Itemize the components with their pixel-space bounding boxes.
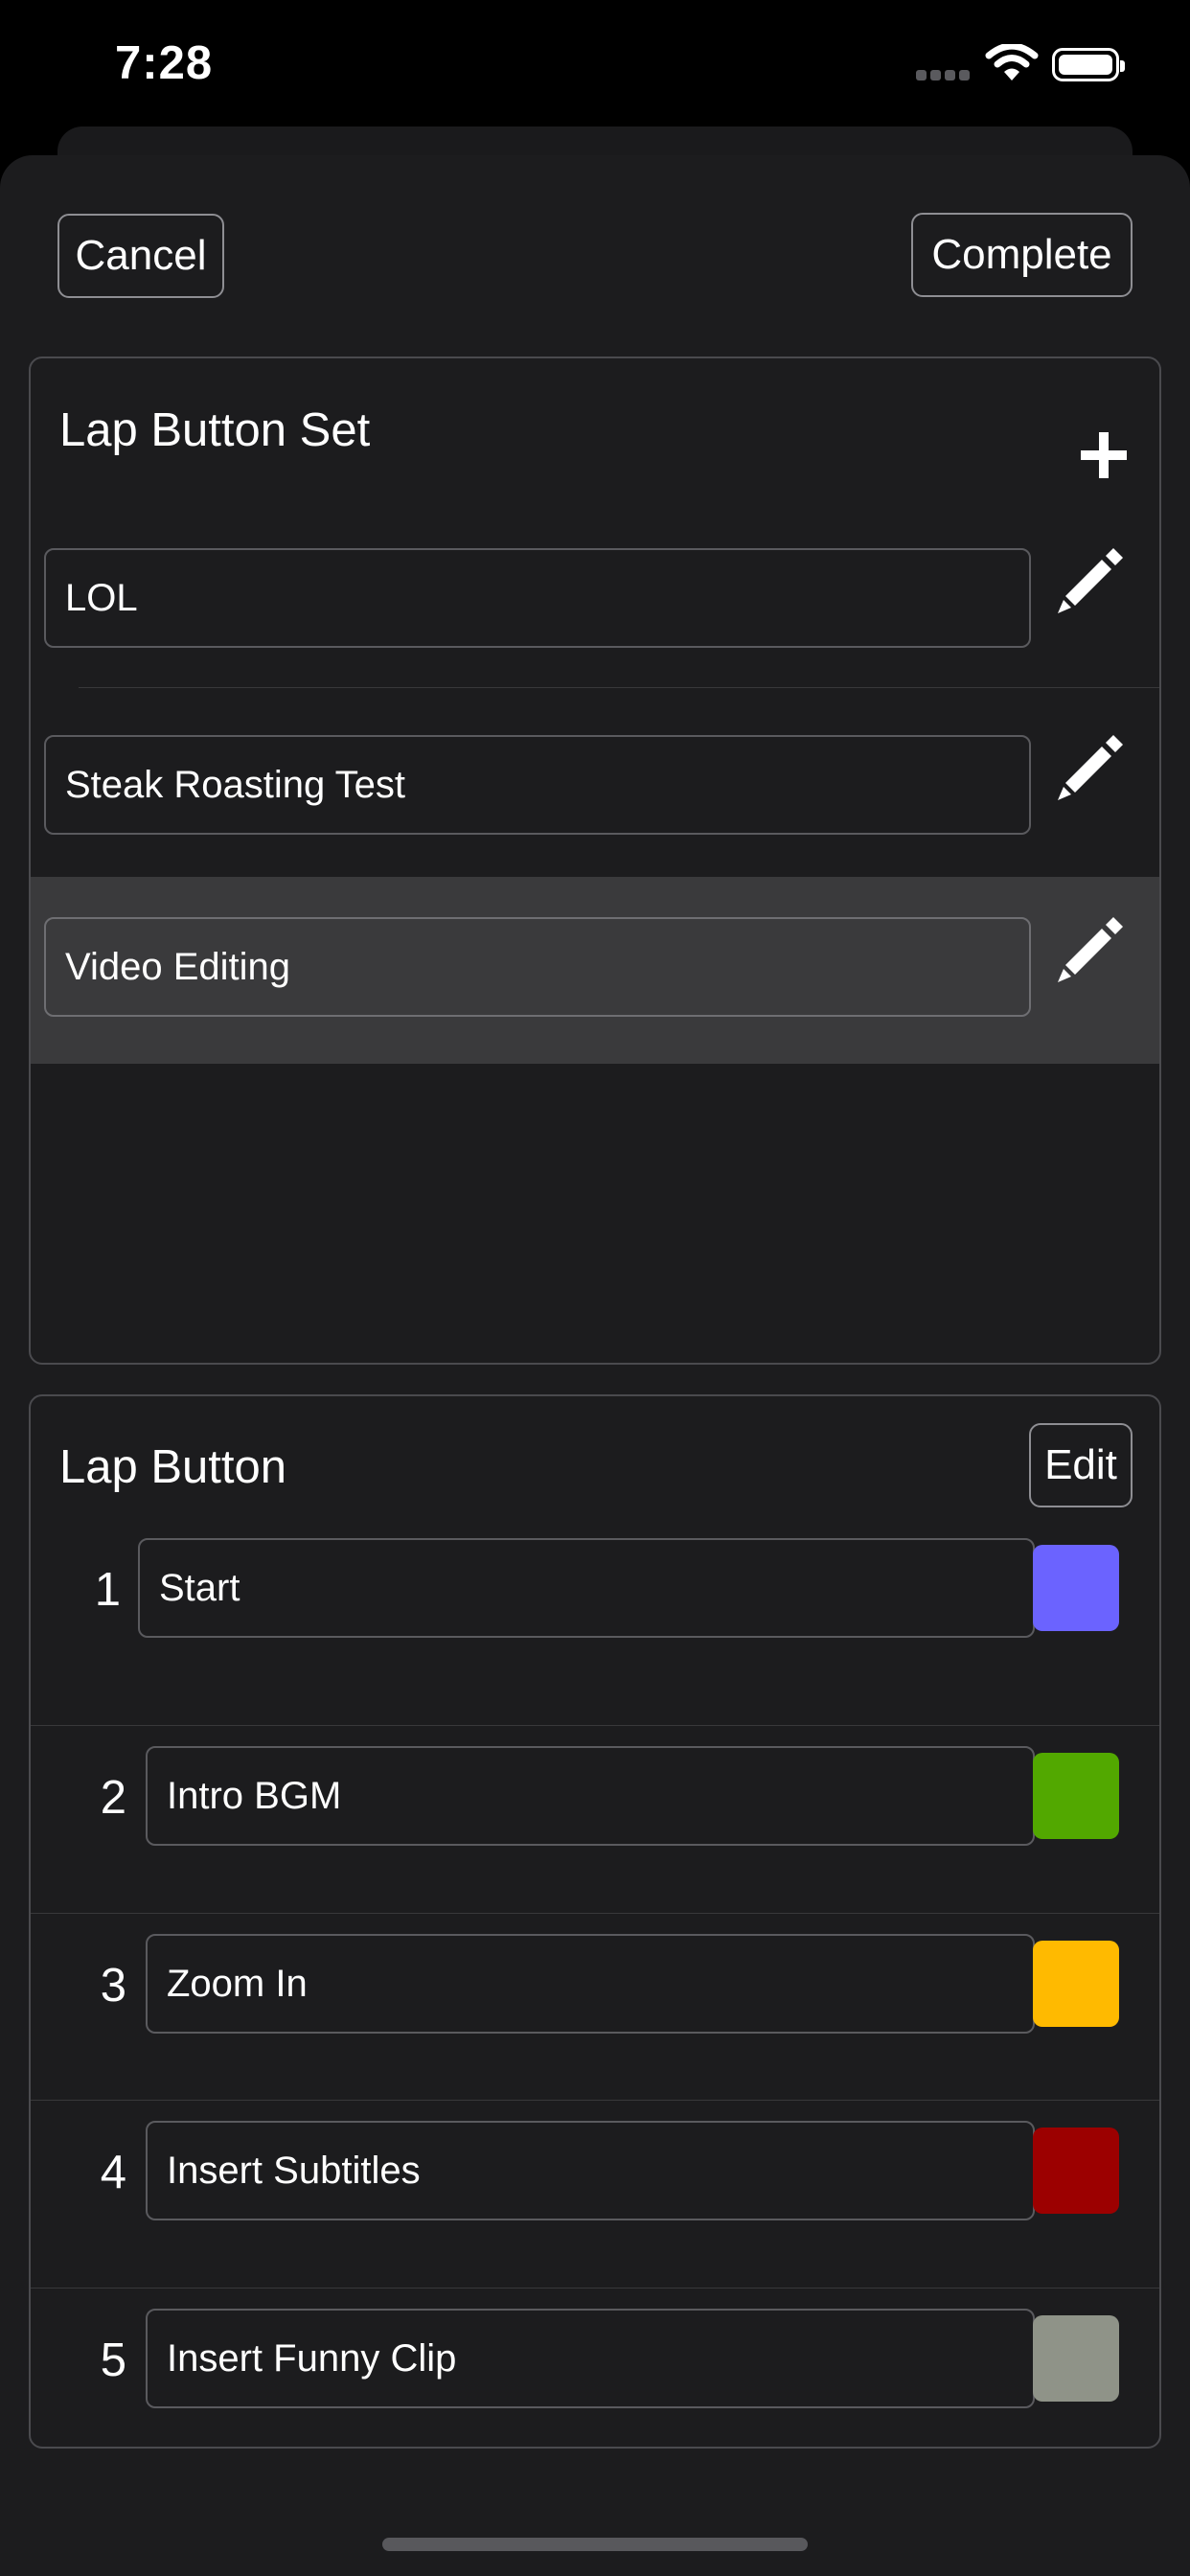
status-time: 7:28 <box>115 37 214 89</box>
lap-button-row[interactable]: 3 Zoom In <box>31 1913 1159 2101</box>
set-row-video-editing[interactable]: Video Editing <box>31 877 1159 1064</box>
set-name-field[interactable]: Steak Roasting Test <box>44 735 1031 835</box>
cellular-signal-icon <box>916 70 972 81</box>
lap-button-index: 5 <box>100 2334 126 2386</box>
cancel-button[interactable]: Cancel <box>57 214 224 298</box>
lap-button-row[interactable]: 5 Insert Funny Clip <box>31 2288 1159 2447</box>
set-row-divider <box>79 687 1159 688</box>
lap-button-color-swatch[interactable] <box>1033 1545 1119 1631</box>
lap-button-name-field[interactable]: Start <box>138 1538 1035 1638</box>
edit-button[interactable]: Edit <box>1029 1423 1133 1507</box>
lap-button-set-panel: Lap Button Set LOL Steak Roasting Test V… <box>29 356 1161 1365</box>
lap-button-row[interactable]: 2 Intro BGM <box>31 1725 1159 1913</box>
pencil-icon[interactable] <box>1048 909 1129 990</box>
lap-button-color-swatch[interactable] <box>1033 2315 1119 2402</box>
lap-button-set-title: Lap Button Set <box>59 404 371 456</box>
pencil-icon[interactable] <box>1048 540 1129 621</box>
lap-button-title: Lap Button <box>59 1441 287 1493</box>
lap-button-name-field[interactable]: Insert Subtitles <box>146 2121 1035 2220</box>
complete-button[interactable]: Complete <box>911 213 1133 297</box>
lap-button-color-swatch[interactable] <box>1033 2128 1119 2214</box>
lap-button-index: 3 <box>100 1960 126 2012</box>
lap-button-color-swatch[interactable] <box>1033 1753 1119 1839</box>
lap-button-name-field[interactable]: Intro BGM <box>146 1746 1035 1846</box>
lap-button-color-swatch[interactable] <box>1033 1941 1119 2027</box>
lap-button-index: 4 <box>100 2147 126 2198</box>
set-name-field[interactable]: LOL <box>44 548 1031 648</box>
pencil-icon[interactable] <box>1048 727 1129 808</box>
set-row-steak-roasting-test[interactable]: Steak Roasting Test <box>31 716 1159 903</box>
wifi-icon <box>985 44 1039 80</box>
lap-button-row[interactable]: 1 Start <box>31 1538 1159 1726</box>
set-name-field[interactable]: Video Editing <box>44 917 1031 1017</box>
status-bar: 7:28 <box>0 0 1190 134</box>
lap-button-row[interactable]: 4 Insert Subtitles <box>31 2100 1159 2288</box>
lap-button-panel: Lap Button Edit 1 Start 2 Intro BGM 3 Zo… <box>29 1394 1161 2449</box>
plus-icon[interactable] <box>1065 416 1146 496</box>
lap-button-name-field[interactable]: Zoom In <box>146 1934 1035 2034</box>
battery-icon <box>1052 48 1125 81</box>
lap-button-index: 1 <box>94 1564 121 1616</box>
home-indicator[interactable] <box>382 2538 808 2551</box>
lap-button-name-field[interactable]: Insert Funny Clip <box>146 2309 1035 2408</box>
lap-button-index: 2 <box>100 1772 126 1824</box>
